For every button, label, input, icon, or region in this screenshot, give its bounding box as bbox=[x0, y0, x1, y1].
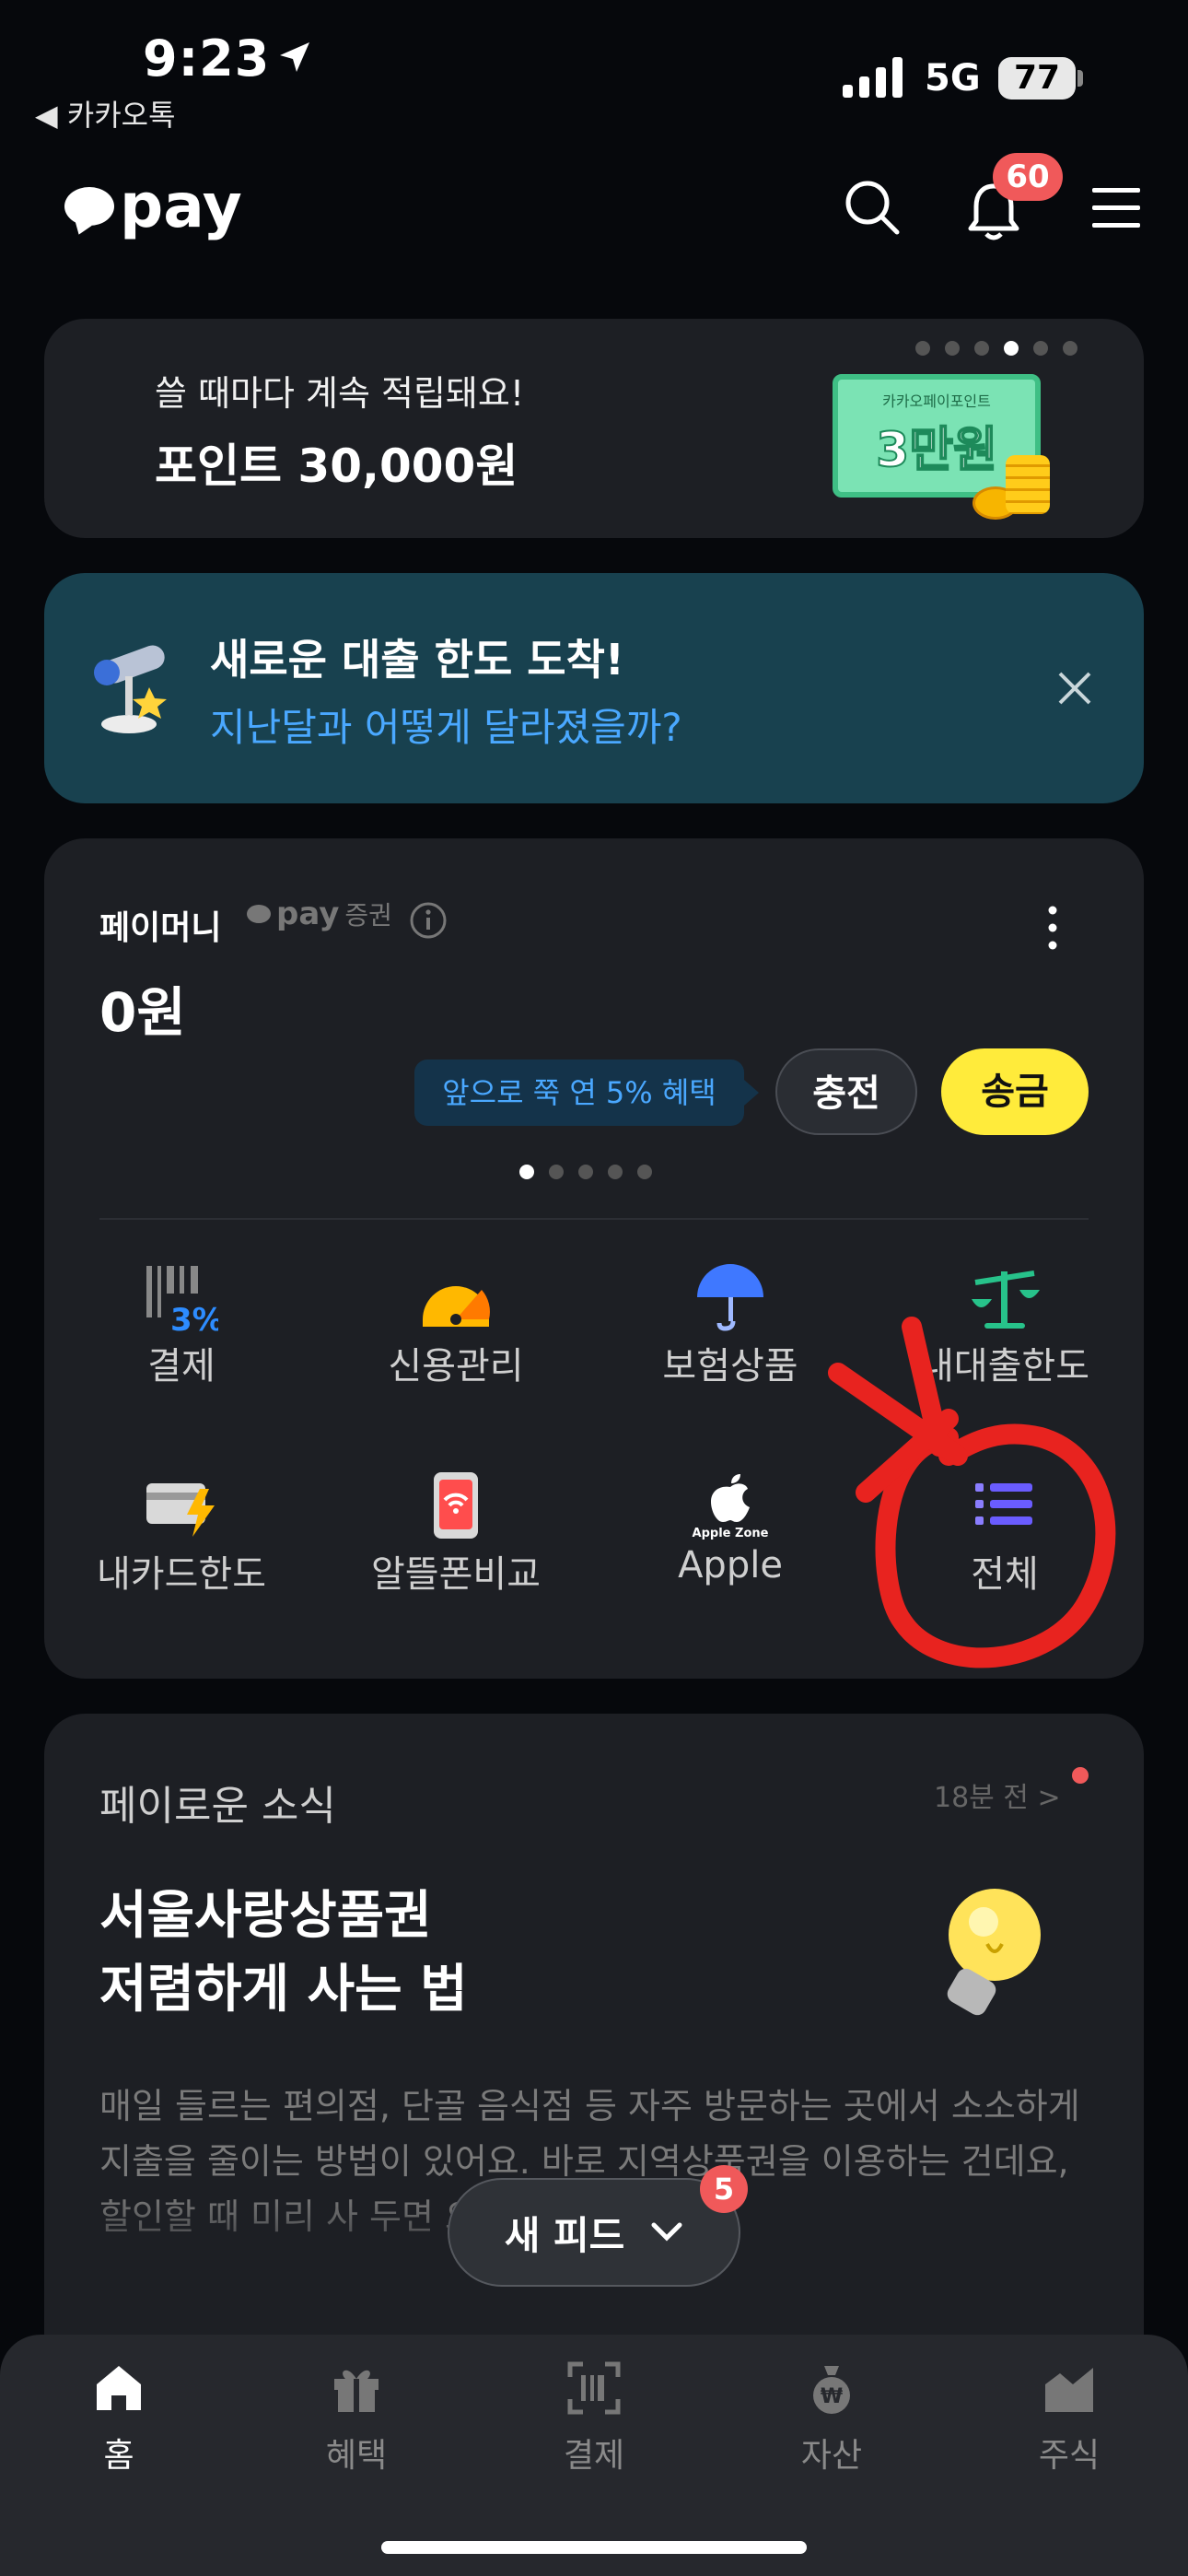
loan-banner-link[interactable]: 지난달과 어떻게 달라졌을까? bbox=[210, 697, 682, 753]
svg-text:Apple Zone: Apple Zone bbox=[693, 1527, 769, 1540]
battery-tip bbox=[1077, 70, 1083, 87]
gift-icon bbox=[334, 2370, 379, 2412]
news-timestamp[interactable]: 18분 전 > bbox=[934, 1774, 1061, 1815]
menu-credit[interactable]: 신용관리 bbox=[318, 1262, 594, 1389]
pay-securities-tag: pay 증권 bbox=[247, 896, 392, 932]
money-bag-icon: ₩ bbox=[813, 2366, 850, 2414]
apple-zone-icon: Apple Zone bbox=[693, 1474, 769, 1540]
lightbulb-icon bbox=[947, 1889, 1041, 2016]
search-icon[interactable] bbox=[844, 179, 901, 236]
telescope-icon bbox=[94, 645, 167, 733]
scan-icon bbox=[567, 2361, 621, 2415]
loan-limit-banner[interactable] bbox=[44, 573, 1144, 803]
coins-icon bbox=[973, 455, 1050, 520]
tab-benefits[interactable]: 혜택 bbox=[238, 2360, 475, 2476]
paymoney-label[interactable]: 페이머니 bbox=[99, 901, 221, 949]
close-icon[interactable] bbox=[1057, 671, 1092, 706]
menu-payment[interactable]: 3% 결제 bbox=[43, 1262, 320, 1389]
paymoney-pager bbox=[519, 1165, 652, 1179]
svg-text:₩: ₩ bbox=[821, 2385, 843, 2408]
new-feed-button[interactable]: 새 피드 bbox=[448, 2178, 740, 2287]
credit-gauge-icon bbox=[423, 1286, 490, 1327]
speech-bubble-icon bbox=[247, 905, 271, 923]
home-icon bbox=[97, 2366, 141, 2410]
battery-indicator: 77 bbox=[998, 57, 1076, 100]
promo-title: 포인트 30,000원 bbox=[155, 439, 518, 493]
tab-payment[interactable]: 결제 bbox=[475, 2360, 713, 2476]
home-indicator bbox=[381, 2541, 807, 2554]
promo-pager bbox=[915, 341, 1077, 356]
signal-icon bbox=[843, 57, 903, 98]
phone-wifi-icon bbox=[434, 1472, 478, 1539]
hamburger-menu-icon[interactable] bbox=[1090, 186, 1142, 230]
kakaopay-logo[interactable]: pay bbox=[64, 170, 242, 241]
tab-stocks[interactable]: 주식 bbox=[950, 2360, 1188, 2476]
charge-button[interactable]: 충전 bbox=[775, 1048, 917, 1135]
barcode-3percent-icon: 3% bbox=[146, 1266, 224, 1339]
umbrella-icon bbox=[697, 1264, 763, 1331]
notification-badge: 60 bbox=[993, 153, 1063, 201]
tab-assets[interactable]: ₩ 자산 bbox=[713, 2360, 950, 2476]
paymoney-balance: 0원 bbox=[99, 981, 186, 1044]
interest-tooltip[interactable]: 앞으로 쭉 연 5% 혜택 bbox=[414, 1060, 759, 1126]
red-circle-annotation bbox=[828, 1317, 1116, 1669]
svg-text:3%: 3% bbox=[170, 1302, 218, 1332]
card-bolt-icon bbox=[146, 1483, 215, 1537]
unread-dot bbox=[1072, 1767, 1089, 1784]
status-time: 9:23 bbox=[143, 29, 271, 88]
chevron-down-icon bbox=[651, 2222, 682, 2242]
tab-home[interactable]: 홈 bbox=[0, 2360, 238, 2476]
back-to-app-link[interactable]: ◀ 카카오톡 bbox=[35, 92, 176, 135]
more-options-icon[interactable] bbox=[1044, 905, 1061, 951]
speech-bubble-icon bbox=[64, 186, 114, 226]
chart-icon bbox=[1045, 2368, 1093, 2412]
news-headline[interactable]: 서울사랑상품권 저렴하게 사는 법 bbox=[99, 1879, 468, 2027]
promo-subtitle: 쓸 때마다 계속 적립돼요! bbox=[155, 373, 525, 414]
loan-banner-title: 새로운 대출 한도 도착! bbox=[210, 635, 624, 685]
location-arrow-icon bbox=[280, 42, 309, 72]
send-button[interactable]: 송금 bbox=[941, 1048, 1089, 1135]
network-type: 5G bbox=[925, 57, 981, 100]
menu-mvno-compare[interactable]: 알뜰폰비교 bbox=[318, 1470, 594, 1598]
section-divider bbox=[99, 1218, 1089, 1220]
feed-count-badge: 5 bbox=[700, 2165, 748, 2213]
menu-card-limit[interactable]: 내카드한도 bbox=[43, 1470, 320, 1598]
info-icon[interactable] bbox=[409, 901, 448, 940]
news-section-title: 페이로운 소식 bbox=[99, 1783, 336, 1830]
